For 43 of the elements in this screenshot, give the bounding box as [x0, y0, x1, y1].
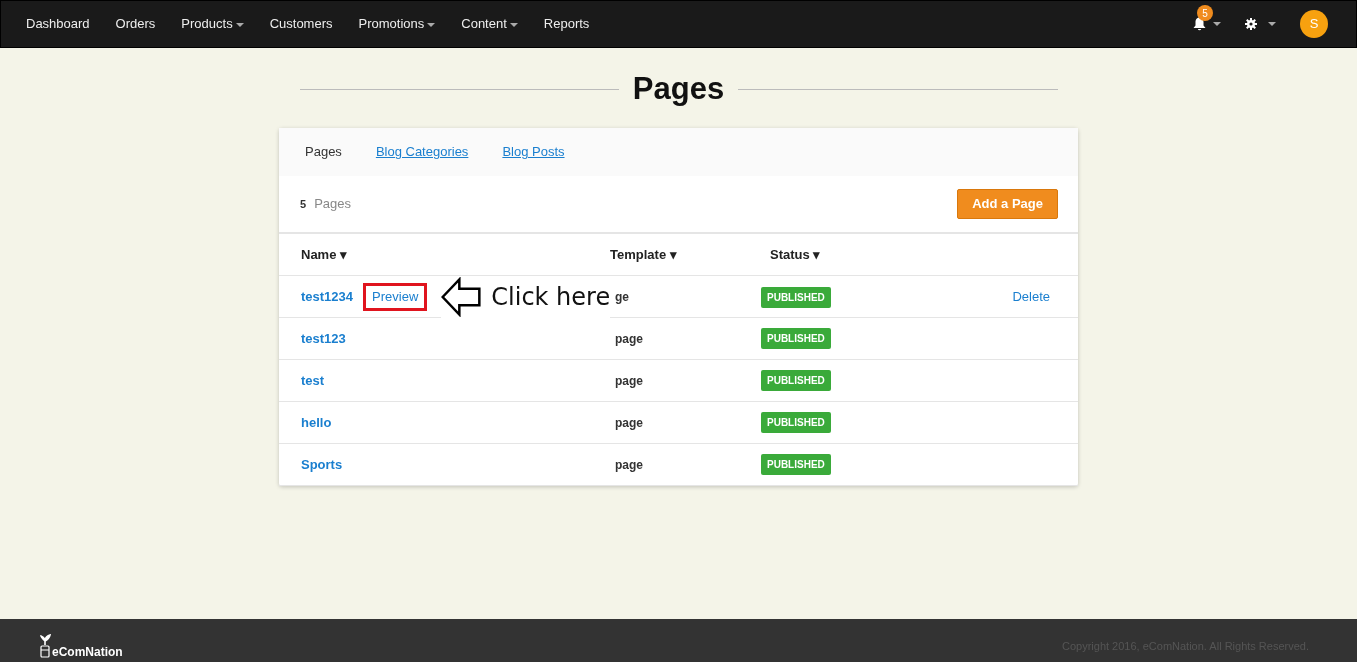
- tab[interactable]: Blog Posts: [494, 138, 573, 166]
- caret-icon: [509, 22, 518, 27]
- column-header[interactable]: Template ▾: [610, 244, 770, 265]
- page-name-link[interactable]: test123: [301, 328, 346, 349]
- brand-logo-text: eComNation: [52, 646, 123, 658]
- count-label: Pages: [314, 195, 351, 214]
- plant-pot-icon: [40, 634, 51, 658]
- caret-icon[interactable]: [1213, 22, 1221, 26]
- page-title: Pages: [632, 72, 725, 107]
- annotation-text: Click here: [491, 285, 611, 310]
- delete-link[interactable]: Delete: [1012, 289, 1050, 305]
- caret-icon: [427, 22, 436, 27]
- tab[interactable]: Blog Categories: [367, 138, 477, 166]
- caret-icon[interactable]: [1268, 22, 1276, 26]
- template-text: page: [615, 331, 643, 346]
- nav-link[interactable]: Reports: [530, 14, 603, 34]
- page-name-link[interactable]: test: [301, 370, 325, 391]
- nav-link[interactable]: Promotions: [345, 14, 449, 34]
- template-text: ge: [615, 290, 629, 305]
- status-badge: PUBLISHED: [761, 286, 831, 308]
- status-badge: PUBLISHED: [761, 454, 831, 476]
- status-badge: PUBLISHED: [761, 370, 831, 392]
- caret-icon: [235, 22, 244, 27]
- nav-link[interactable]: Dashboard: [13, 14, 103, 34]
- page-name-link[interactable]: hello: [301, 412, 332, 433]
- status-badge: PUBLISHED: [761, 412, 831, 434]
- nav-link[interactable]: Products: [168, 14, 257, 34]
- page-count: 5: [300, 197, 307, 213]
- column-header[interactable]: Status ▾: [770, 244, 1050, 265]
- nav-link[interactable]: Content: [448, 14, 531, 34]
- nav-link[interactable]: Customers: [256, 14, 346, 34]
- page-name-link[interactable]: test1234: [301, 287, 354, 307]
- page-name-link[interactable]: Sports: [301, 454, 343, 475]
- template-text: page: [615, 457, 643, 472]
- notification-badge: 5: [1197, 5, 1213, 21]
- column-header[interactable]: Name ▾: [301, 244, 610, 265]
- template-text: page: [615, 373, 643, 388]
- status-badge: PUBLISHED: [761, 328, 831, 350]
- nav-link[interactable]: Orders: [102, 14, 169, 34]
- tab[interactable]: Pages: [297, 138, 350, 166]
- template-text: page: [615, 415, 643, 430]
- settings-icon[interactable]: [1245, 18, 1257, 30]
- preview-link[interactable]: Preview: [363, 283, 428, 311]
